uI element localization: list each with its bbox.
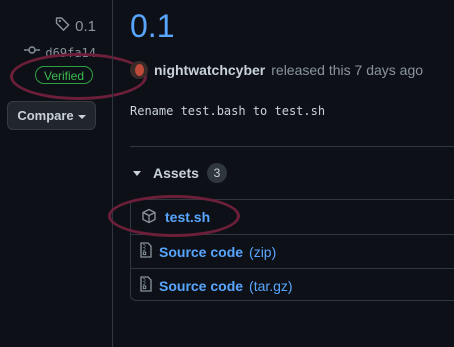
tag-label: 0.1 [75,18,96,35]
asset-link[interactable]: Source code [159,278,243,294]
package-icon [141,208,157,227]
asset-link[interactable]: Source code [159,244,243,260]
sidebar-divider [112,0,113,347]
release-byline: nightwatchcyber released this 7 days ago [130,61,423,79]
release-description: Rename test.bash to test.sh [130,104,326,118]
author-link[interactable]: nightwatchcyber [154,62,265,78]
tag-link[interactable]: 0.1 [55,16,96,37]
commit-sha: d69fa14 [45,45,96,60]
asset-row-source-targz[interactable]: Source code (tar.gz) [131,268,454,302]
asset-format[interactable]: (tar.gz) [249,278,293,294]
commit-icon [24,43,41,62]
assets-list: test.sh Source code (zip) Source code (t… [130,199,454,301]
asset-format[interactable]: (zip) [249,244,276,260]
section-divider [130,146,454,147]
release-time: released this 7 days ago [271,62,424,78]
triangle-down-icon [133,170,141,176]
compare-label: Compare [17,108,74,123]
commit-link[interactable]: d69fa14 [24,43,96,62]
asset-link[interactable]: test.sh [165,209,210,225]
avatar[interactable] [130,61,148,79]
assets-count-badge: 3 [206,163,227,183]
release-title[interactable]: 0.1 [130,8,174,45]
file-zip-icon [139,242,153,261]
assets-toggle[interactable]: Assets 3 [133,163,227,183]
tag-icon [55,16,71,37]
chevron-down-icon [77,114,86,119]
compare-button[interactable]: Compare [7,101,96,130]
verified-badge[interactable]: Verified [35,66,94,84]
assets-label: Assets [153,165,199,181]
asset-row-test-sh[interactable]: test.sh [131,200,454,234]
asset-row-source-zip[interactable]: Source code (zip) [131,234,454,268]
file-zip-icon [139,276,153,295]
release-sidebar: 0.1 d69fa14 Verified Compare [0,0,147,347]
